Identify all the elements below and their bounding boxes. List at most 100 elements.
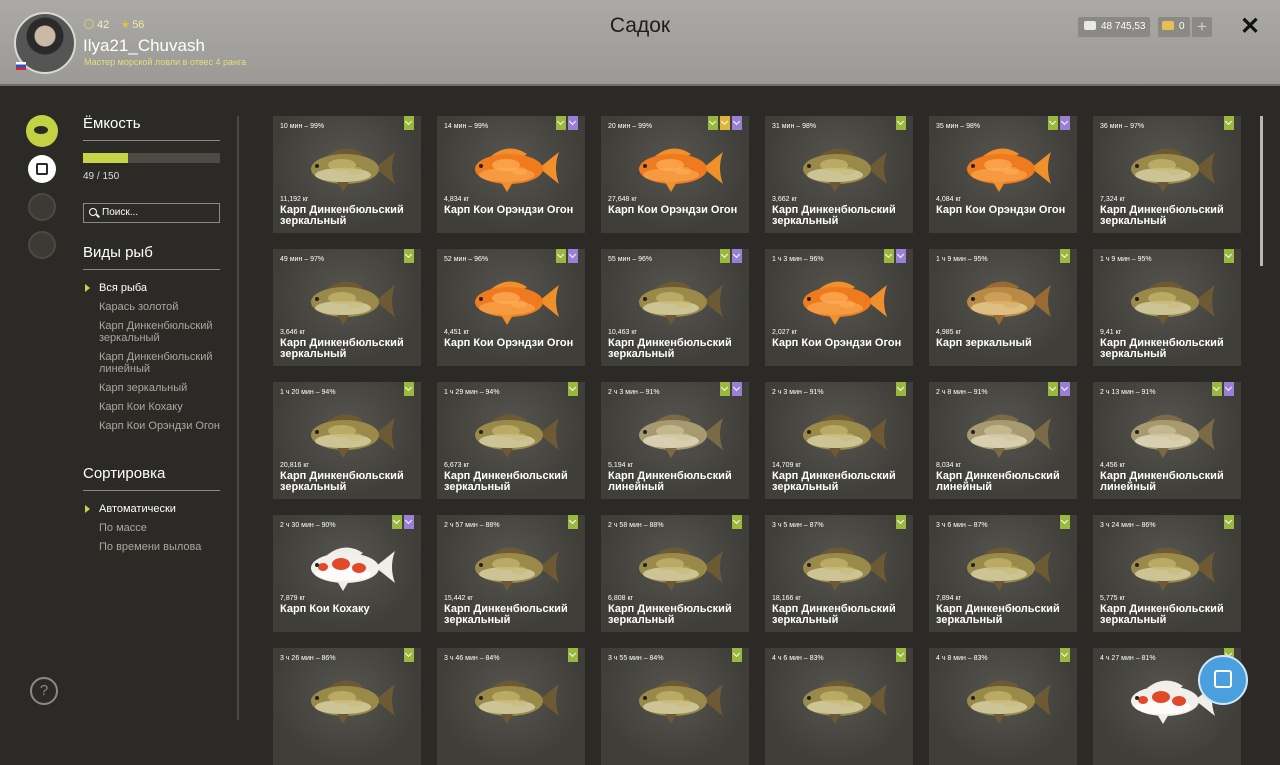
fish-card[interactable]: 52 мин – 96% 4,451 кг Карп Кои Орэндзи Ого… xyxy=(437,249,585,366)
fish-weight: 5,194 кг xyxy=(608,462,634,469)
green-bookmark-icon xyxy=(896,515,906,529)
species-filter-item[interactable]: Карп Динкенбюльский линейный xyxy=(99,351,229,375)
fish-card[interactable]: 3 ч 26 мин – 86% xyxy=(273,648,421,765)
keepnet-tab-icon[interactable] xyxy=(28,155,56,183)
fish-name: Карп Динкенбюльский зеркальный xyxy=(280,470,404,493)
species-filter-item[interactable]: Вся рыба xyxy=(85,282,229,294)
fish-image xyxy=(625,670,725,730)
fish-weight: 6,673 кг xyxy=(444,462,470,469)
species-filter-item[interactable]: Карп Кои Орэндзи Огон xyxy=(99,420,229,432)
badge-group xyxy=(720,249,742,263)
badge-group xyxy=(404,382,414,396)
search-input[interactable]: Поиск... xyxy=(83,203,220,223)
fish-card[interactable]: 3 ч 46 мин – 84% xyxy=(437,648,585,765)
purple-bookmark-icon xyxy=(732,382,742,396)
fish-card[interactable]: 1 ч 29 мин – 94% 6,673 кг Карп Динкенбюльс… xyxy=(437,382,585,499)
green-bookmark-icon xyxy=(1212,382,1222,396)
fish-card[interactable]: 35 мин – 98% 4,084 кг Карп Кои Орэндзи Ого… xyxy=(929,116,1077,233)
sort-option[interactable]: Автоматически xyxy=(85,503,229,515)
badge-group xyxy=(404,648,414,662)
close-button[interactable]: ✕ xyxy=(1240,12,1260,41)
search-icon xyxy=(89,208,97,216)
fish-name: Карп Динкенбюльский зеркальный xyxy=(608,337,732,360)
fish-card[interactable]: 36 мин – 97% 7,324 кг Карп Динкенбюльский … xyxy=(1093,116,1241,233)
money-counter: 48 745,53 xyxy=(1078,17,1150,37)
scrollbar[interactable] xyxy=(1260,116,1263,266)
help-button[interactable]: ? xyxy=(30,677,58,705)
fish-card[interactable]: 1 ч 3 мин – 96% 2,027 кг Карп Кои Орэндзи … xyxy=(765,249,913,366)
fish-card[interactable]: 3 ч 5 мин – 87% 18,166 кг Карп Динкенбюльс… xyxy=(765,515,913,632)
sort-option[interactable]: По массе xyxy=(99,522,229,534)
money-icon xyxy=(1084,21,1096,30)
fish-card[interactable]: 31 мин – 98% 3,662 кг Карп Динкенбюльский … xyxy=(765,116,913,233)
trophy-tab-icon[interactable] xyxy=(28,193,56,221)
fish-card[interactable]: 2 ч 3 мин – 91% 14,709 кг Карп Динкенбюльс… xyxy=(765,382,913,499)
fish-weight: 3,662 кг xyxy=(772,196,798,203)
fish-weight: 7,324 кг xyxy=(1100,196,1126,203)
fish-image xyxy=(297,404,397,464)
fish-image xyxy=(461,537,561,597)
money-value: 48 745,53 xyxy=(1101,21,1146,32)
species-filter-item[interactable]: Карась золотой xyxy=(99,301,229,313)
green-bookmark-icon xyxy=(708,116,718,130)
badge-group xyxy=(404,116,414,130)
fish-card[interactable]: 3 ч 24 мин – 86% 5,775 кг Карп Динкенбюльс… xyxy=(1093,515,1241,632)
catch-time: 2 ч 58 мин – 88% xyxy=(608,522,664,529)
fish-card[interactable]: 1 ч 9 мин – 95% 9,41 кг Карп Динкенбюльски… xyxy=(1093,249,1241,366)
sort-option[interactable]: По времени вылова xyxy=(99,541,229,553)
fish-card[interactable]: 2 ч 30 мин – 90% 7,879 кг Карп Кои Кохаку xyxy=(273,515,421,632)
species-filter-item[interactable]: Карп Динкенбюльский зеркальный xyxy=(99,320,229,344)
fish-card[interactable]: 2 ч 3 мин – 91% 5,194 кг Карп Динкенбюльск… xyxy=(601,382,749,499)
divider xyxy=(83,269,220,270)
divider xyxy=(83,490,220,491)
capacity-text: 49 / 150 xyxy=(83,171,120,182)
fish-image xyxy=(297,271,397,331)
fish-name: Карп Динкенбюльский зеркальный xyxy=(772,603,896,626)
green-bookmark-icon xyxy=(732,515,742,529)
gold-bookmark-icon xyxy=(720,116,730,130)
home-tab-icon[interactable] xyxy=(28,231,56,259)
fish-name: Карп Динкенбюльский линейный xyxy=(1100,470,1224,493)
fish-card[interactable]: 2 ч 57 мин – 88% 15,442 кг Карп Динкенбюль… xyxy=(437,515,585,632)
green-bookmark-icon xyxy=(404,249,414,263)
add-gold-button[interactable]: + xyxy=(1192,17,1212,37)
catch-time: 3 ч 24 мин – 86% xyxy=(1100,522,1156,529)
green-bookmark-icon xyxy=(1060,249,1070,263)
fish-card[interactable]: 3 ч 55 мин – 84% xyxy=(601,648,749,765)
fish-card[interactable]: 4 ч 8 мин – 83% xyxy=(929,648,1077,765)
catch-time: 14 мин – 99% xyxy=(444,123,489,130)
green-bookmark-icon xyxy=(720,249,730,263)
fish-card[interactable]: 10 мин – 99% 11,192 кг Карп Динкенбюльский… xyxy=(273,116,421,233)
fish-card[interactable]: 3 ч 6 мин – 87% 7,894 кг Карп Динкенбюльск… xyxy=(929,515,1077,632)
fish-image xyxy=(953,138,1053,198)
fish-image xyxy=(1117,404,1217,464)
fish-name: Карп Динкенбюльский зеркальный xyxy=(608,603,732,626)
fish-card[interactable]: 1 ч 20 мин – 94% 20,816 кг Карп Динкенбюль… xyxy=(273,382,421,499)
fish-name: Карп Динкенбюльский зеркальный xyxy=(1100,337,1224,360)
fish-card[interactable]: 2 ч 8 мин – 91% 8,034 кг Карп Динкенбюльск… xyxy=(929,382,1077,499)
green-bookmark-icon xyxy=(1048,116,1058,130)
fish-card[interactable]: 49 мин – 97% 3,646 кг Карп Динкенбюльский … xyxy=(273,249,421,366)
fish-tab-icon[interactable] xyxy=(28,117,56,145)
fish-weight: 4,084 кг xyxy=(936,196,962,203)
fish-card[interactable]: 14 мин – 99% 4,834 кг Карп Кои Орэндзи Ого… xyxy=(437,116,585,233)
purple-bookmark-icon xyxy=(404,515,414,529)
badge-group xyxy=(568,515,578,529)
species-filter-item[interactable]: Карп зеркальный xyxy=(99,382,229,394)
species-filter-list: Вся рыба Карась золотой Карп Динкенбюльски… xyxy=(85,282,229,439)
cursor-mode-button[interactable] xyxy=(1198,655,1248,705)
fish-card[interactable]: 4 ч 6 мин – 83% xyxy=(765,648,913,765)
catch-time: 1 ч 9 мин – 95% xyxy=(1100,256,1152,263)
fish-image xyxy=(625,138,725,198)
fish-card[interactable]: 55 мин – 96% 10,463 кг Карп Динкенбюльский… xyxy=(601,249,749,366)
fish-card[interactable]: 2 ч 58 мин – 88% 6,808 кг Карп Динкенбюльс… xyxy=(601,515,749,632)
green-bookmark-icon xyxy=(1224,249,1234,263)
catch-time: 10 мин – 99% xyxy=(280,123,325,130)
fish-card[interactable]: 2 ч 13 мин – 91% 4,456 кг Карп Динкенбюльс… xyxy=(1093,382,1241,499)
species-filter-item[interactable]: Карп Кои Кохаку xyxy=(99,401,229,413)
fish-card[interactable]: 1 ч 9 мин – 95% 4,985 кг Карп зеркальный xyxy=(929,249,1077,366)
fish-card[interactable]: 20 мин – 99% 27,648 кг Карп Кои Орэндзи Ог… xyxy=(601,116,749,233)
capacity-bar-fill xyxy=(83,153,128,163)
green-bookmark-icon xyxy=(404,382,414,396)
fish-image xyxy=(461,138,561,198)
